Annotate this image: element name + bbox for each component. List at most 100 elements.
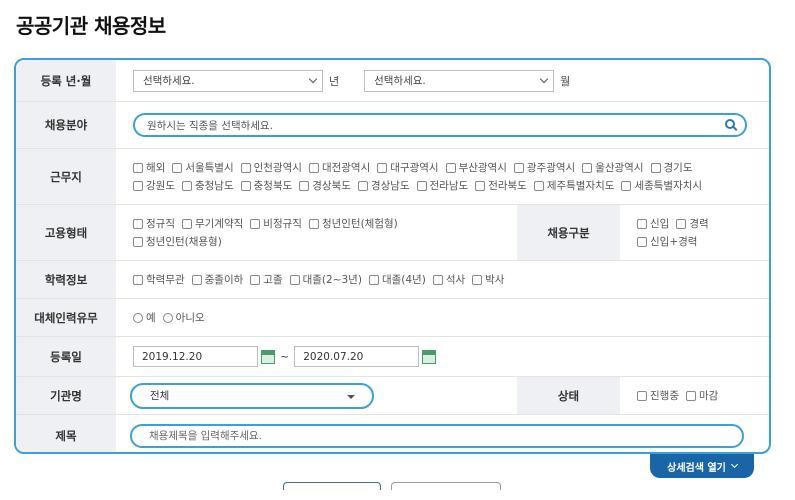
location-checkbox[interactable]: 대구광역시: [377, 159, 439, 177]
checkbox-box: [181, 180, 192, 191]
employment-type-label: 고용형태: [16, 205, 116, 260]
employment-type-checkbox[interactable]: 청년인턴(채용형): [133, 233, 222, 251]
year-select[interactable]: 선택하세요.: [133, 69, 323, 92]
checkbox-box: [289, 274, 300, 285]
employment-type-checkbox[interactable]: 무기계약직: [181, 215, 244, 233]
location-checkbox[interactable]: 제주특별자치도: [533, 177, 615, 195]
substitute-row: 대체인력유무 예 아니오: [16, 299, 769, 337]
location-checkbox[interactable]: 광주광역시: [513, 159, 576, 177]
recruit-type-option-label: 경력: [689, 217, 709, 230]
checkbox-box: [181, 218, 192, 229]
education-checkbox[interactable]: 대졸(2~3년): [289, 271, 362, 289]
agency-label: 기관명: [16, 377, 116, 414]
field-placeholder: 원하시는 직종을 선택하세요.: [147, 119, 273, 132]
month-select[interactable]: 선택하세요.: [364, 69, 555, 92]
location-option-label: 대전광역시: [321, 161, 371, 174]
radio-yes[interactable]: 예: [133, 309, 156, 327]
location-option-label: 광주광역시: [526, 161, 576, 174]
end-date-input[interactable]: 2020.07.20: [294, 346, 420, 367]
checkbox-box: [172, 162, 183, 173]
education-checkbox[interactable]: 고졸: [250, 271, 283, 289]
location-checkbox[interactable]: 충청남도: [181, 177, 234, 195]
agency-value: 전체: [150, 390, 170, 402]
location-checkbox[interactable]: 경상남도: [357, 177, 410, 195]
location-option-label: 경상북도: [312, 179, 351, 192]
location-option-label: 충청남도: [194, 179, 234, 192]
education-checkbox[interactable]: 박사: [472, 271, 504, 289]
checkbox-box: [250, 274, 261, 285]
reg-month-label: 등록 년·월: [16, 60, 116, 101]
location-option-label: 전라남도: [429, 179, 469, 192]
employment-type-checkbox[interactable]: 정규직: [133, 215, 175, 233]
education-checkbox[interactable]: 대졸(4년): [368, 271, 426, 289]
education-checkbox[interactable]: 중졸이하: [191, 271, 243, 289]
location-option-label: 충청북도: [253, 179, 293, 192]
checkbox-box: [637, 218, 647, 229]
employment-type-checkbox[interactable]: 청년인턴(체험형): [308, 215, 398, 233]
checkbox-box: [308, 162, 319, 173]
search-button-edge[interactable]: [283, 482, 381, 490]
employment-type-checkbox[interactable]: 비정규직: [250, 215, 302, 233]
status-closed-checkbox[interactable]: 마감: [685, 387, 718, 405]
location-option-label: 대구광역시: [390, 161, 439, 174]
agency-select[interactable]: 전체: [130, 382, 374, 409]
location-checkbox[interactable]: 충청북도: [240, 177, 293, 195]
date-separator: ~: [280, 350, 290, 363]
chevron-down-icon: [539, 74, 549, 83]
checkbox-box: [250, 218, 261, 229]
field-search-input[interactable]: 원하시는 직종을 선택하세요.: [133, 113, 747, 137]
education-option-label: 고졸: [263, 273, 283, 286]
field-label: 채용분야: [16, 102, 116, 148]
checkbox-box: [240, 162, 251, 173]
location-option-label: 세종특별자치시: [634, 179, 703, 192]
subject-label: 제목: [16, 415, 116, 452]
employment-type-option-label: 비정규직: [263, 217, 302, 230]
checkbox-box: [650, 162, 661, 173]
location-checkbox[interactable]: 부산광역시: [445, 159, 507, 177]
recruit-type-checkbox[interactable]: 신입: [637, 215, 669, 233]
field-row: 채용분야 원하시는 직종을 선택하세요.: [16, 102, 769, 149]
location-checkbox[interactable]: 전라남도: [416, 177, 469, 195]
location-checkbox[interactable]: 서울특별시: [172, 159, 234, 177]
location-checkbox[interactable]: 울산광역시: [582, 159, 644, 177]
reg-month-row: 등록 년·월 선택하세요. 년 선택하세요. 월: [16, 60, 769, 102]
checkbox-box: [533, 180, 544, 191]
chevron-down-icon: [308, 74, 318, 83]
location-option-label: 인천광역시: [253, 161, 302, 174]
search-icon[interactable]: [725, 119, 735, 129]
calendar-icon[interactable]: [422, 349, 437, 364]
location-option-label: 부산광역시: [458, 161, 507, 174]
employment-type-option-label: 무기계약직: [194, 217, 244, 230]
checkbox-box: [133, 274, 143, 285]
location-option-label: 제주특별자치도: [546, 179, 615, 192]
location-checkbox[interactable]: 경상북도: [299, 177, 351, 195]
calendar-icon[interactable]: [261, 349, 275, 364]
start-date-input[interactable]: 2019.12.20: [133, 346, 258, 367]
checkbox-box: [308, 218, 319, 229]
year-select-value: 선택하세요.: [143, 75, 195, 87]
location-checkbox[interactable]: 경기도: [650, 159, 693, 177]
location-checkbox[interactable]: 대전광역시: [308, 159, 371, 177]
detail-search-label: 상세검색 열기: [667, 462, 726, 474]
location-checkbox[interactable]: 강원도: [133, 177, 175, 195]
checkbox-box: [637, 236, 647, 247]
location-checkbox[interactable]: 전라북도: [475, 177, 527, 195]
education-checkbox[interactable]: 석사: [432, 271, 465, 289]
location-checkbox[interactable]: 해외: [133, 159, 165, 177]
recruit-type-checkbox[interactable]: 신입+경력: [637, 233, 697, 251]
recruit-type-option-label: 신입: [650, 217, 670, 230]
checkbox-box: [191, 274, 202, 285]
reg-date-label: 등록일: [16, 337, 116, 376]
education-checkbox[interactable]: 학력무관: [133, 271, 185, 289]
recruit-type-label: 채용구분: [517, 205, 620, 260]
location-checkbox[interactable]: 세종특별자치시: [621, 177, 702, 195]
reset-button-edge[interactable]: [391, 482, 501, 490]
status-ongoing-checkbox[interactable]: 진행중: [637, 387, 679, 405]
radio-no[interactable]: 아니오: [162, 309, 205, 327]
recruit-type-checkbox[interactable]: 경력: [676, 215, 709, 233]
checkbox-box: [240, 180, 251, 191]
location-checkbox[interactable]: 인천광역시: [240, 159, 302, 177]
subject-input[interactable]: 채용제목을 입력해주세요.: [130, 423, 744, 448]
detail-search-button[interactable]: 상세검색 열기: [650, 454, 754, 478]
checkbox-box: [377, 162, 388, 173]
